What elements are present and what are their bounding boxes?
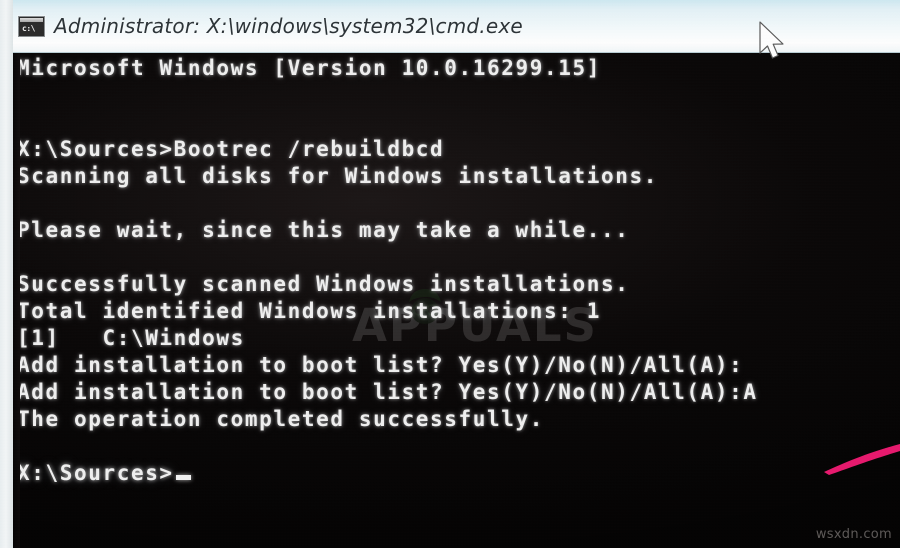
console-line-text: [20, 245, 31, 269]
console-line: Add installation to boot list? Yes(Y)/No…: [20, 379, 900, 406]
console-line: Microsoft Windows [Version 10.0.16299.15…: [20, 55, 900, 82]
screenshot-root: APPUALS Microsoft Windows [Version 10.0.…: [0, 0, 900, 548]
console-line-text: Add installation to boot list? Yes(Y)/No…: [20, 380, 758, 404]
window-title: Administrator: X:\windows\system32\cmd.e…: [54, 14, 523, 38]
console-line: The operation completed successfully.: [20, 406, 900, 433]
console-output: Microsoft Windows [Version 10.0.16299.15…: [20, 55, 900, 487]
cmd-console-icon: c:\: [18, 15, 45, 37]
cmd-icon-prompt-glyph: c:\: [22, 23, 35, 33]
monitor-left-bezel: [0, 0, 13, 548]
console-line-text: Total identified Windows installations: …: [20, 299, 601, 323]
console-blank-line: [20, 244, 900, 271]
console-line-text: Add installation to boot list? Yes(Y)/No…: [20, 353, 744, 377]
console-line: X:\Sources>: [20, 460, 900, 487]
console-blank-line: [20, 82, 900, 109]
console-line: Total identified Windows installations: …: [20, 298, 900, 325]
console-line-text: [20, 191, 31, 215]
console-line-text: X:\Sources>Bootrec /rebuildbcd: [20, 137, 445, 161]
console-line: [1] C:\Windows: [20, 325, 900, 352]
console-line: Scanning all disks for Windows installat…: [20, 163, 900, 190]
console-blank-line: [20, 109, 900, 136]
console-line-text: [20, 434, 31, 458]
console-line: X:\Sources>Bootrec /rebuildbcd: [20, 136, 900, 163]
console-line-text: Successfully scanned Windows installatio…: [20, 272, 630, 296]
text-cursor: [175, 475, 191, 480]
cmd-console-surface[interactable]: APPUALS Microsoft Windows [Version 10.0.…: [20, 52, 900, 548]
console-line-text: [20, 83, 31, 107]
console-line: Successfully scanned Windows installatio…: [20, 271, 900, 298]
window-titlebar[interactable]: c:\ Administrator: X:\windows\system32\c…: [13, 0, 900, 53]
console-line-text: [1] C:\Windows: [20, 326, 245, 350]
console-blank-line: [20, 433, 900, 460]
console-line-text: Please wait, since this may take a while…: [20, 218, 630, 242]
console-line-text: Scanning all disks for Windows installat…: [20, 164, 658, 188]
console-line-text: X:\Sources>: [20, 461, 174, 485]
console-blank-line: [20, 190, 900, 217]
console-line: Add installation to boot list? Yes(Y)/No…: [20, 352, 900, 379]
console-line-text: Microsoft Windows [Version 10.0.16299.15…: [20, 56, 601, 80]
site-watermark: wsxdn.com: [815, 527, 892, 542]
console-line-text: The operation completed successfully.: [20, 407, 544, 431]
console-line: Please wait, since this may take a while…: [20, 217, 900, 244]
bezel-shadow: [13, 0, 20, 548]
console-line-text: [20, 110, 31, 134]
